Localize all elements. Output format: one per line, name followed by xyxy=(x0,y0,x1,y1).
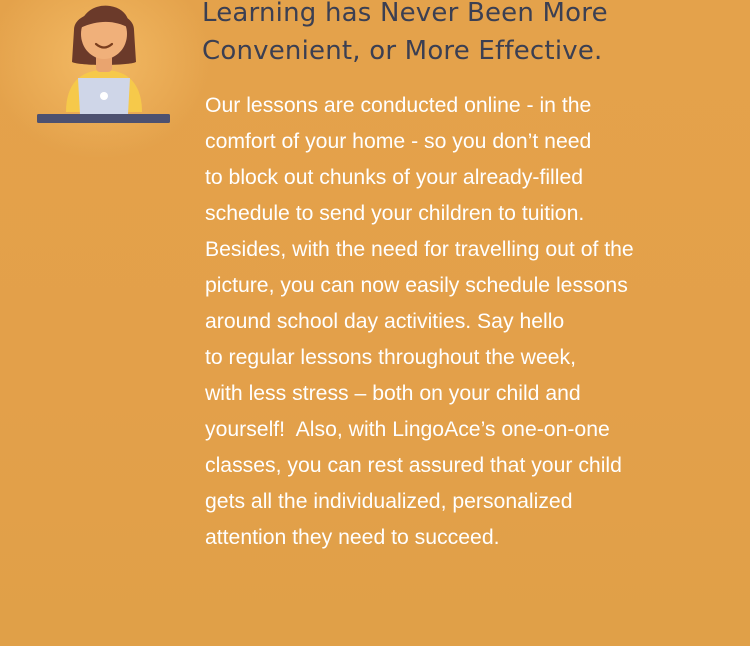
page-title: Learning has Never Been More Convenient,… xyxy=(202,0,722,70)
paragraph-line: gets all the individualized, personalize… xyxy=(205,490,573,513)
description-paragraph: Our lessons are conducted online - in th… xyxy=(205,88,715,556)
paragraph-line: with less stress – both on your child an… xyxy=(205,382,581,405)
paragraph-line: Besides, with the need for travelling ou… xyxy=(205,238,634,261)
paragraph-line: to regular lessons throughout the week, xyxy=(205,346,577,369)
paragraph-line: picture, you can now easily schedule les… xyxy=(205,274,628,297)
paragraph-line: attention they need to succeed. xyxy=(205,526,500,549)
paragraph-line: comfort of your home - so you don’t need xyxy=(205,130,592,153)
page-title-line-2: Convenient, or More Effective. xyxy=(202,36,603,66)
paragraph-line: Our lessons are conducted online - in th… xyxy=(205,94,592,117)
paragraph-line: schedule to send your children to tuitio… xyxy=(205,202,585,225)
student-with-laptop-icon xyxy=(37,5,170,123)
paragraph-line: classes, you can rest assured that your … xyxy=(205,454,622,477)
paragraph-line: around school day activities. Say hello xyxy=(205,310,565,333)
paragraph-line: to block out chunks of your already-fill… xyxy=(205,166,584,189)
paragraph-line: yourself! Also, with LingoAce’s one-on-o… xyxy=(205,418,610,441)
page-title-line-1: Learning has Never Been More xyxy=(202,0,608,28)
